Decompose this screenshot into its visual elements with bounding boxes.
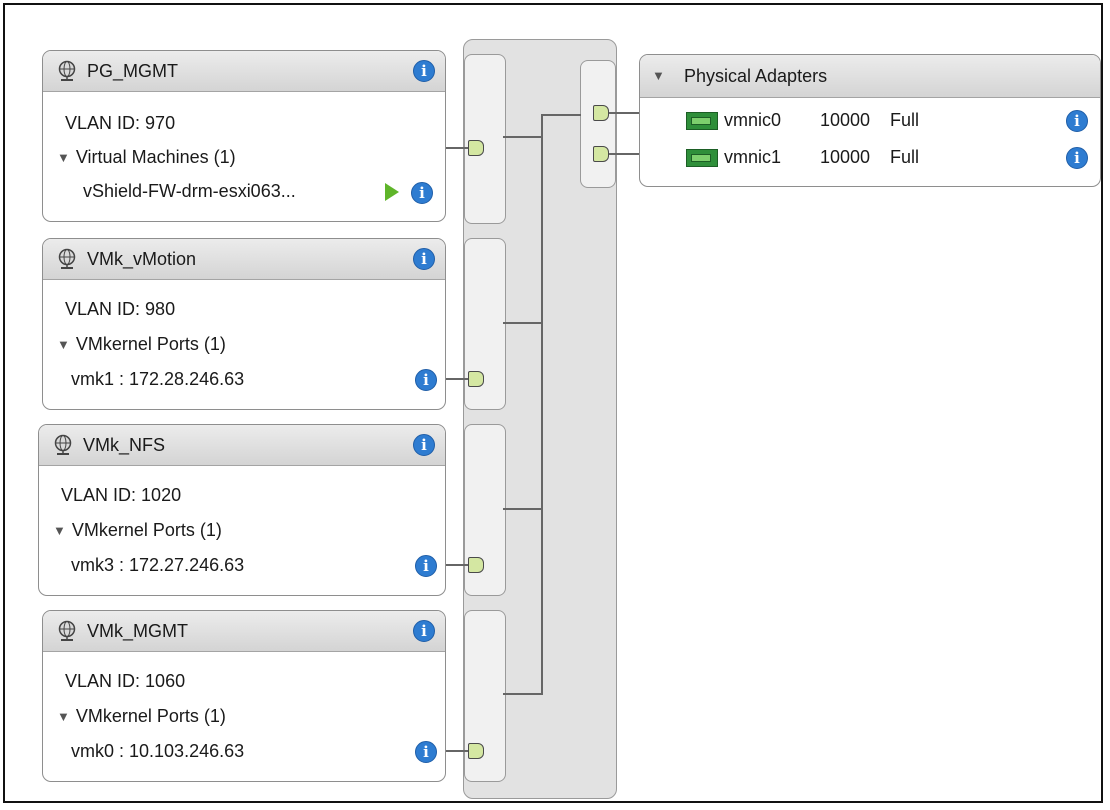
connection-line xyxy=(503,136,543,138)
section-label: VMkernel Ports (1) xyxy=(71,520,222,540)
vlan-row: VLAN ID: 970 xyxy=(65,113,175,134)
adapter-speed: 10000 xyxy=(820,147,871,167)
vmkernel-port[interactable]: vmk3 : 172.27.246.63 xyxy=(71,555,244,576)
port-connector-icon[interactable] xyxy=(468,557,484,573)
vlan-id: 970 xyxy=(145,113,176,133)
portgroup-name: PG_MGMT xyxy=(87,61,179,81)
port-connector-icon[interactable] xyxy=(468,743,484,759)
info-icon[interactable]: i xyxy=(413,434,435,456)
vmkernel-port[interactable]: vmk1 : 172.28.246.63 xyxy=(71,369,244,390)
physical-adapters-title: Physical Adapters xyxy=(684,66,828,86)
physical-adapters-panel[interactable]: ▼ Physical Adapters vmnic0 10000 Full i … xyxy=(639,54,1101,187)
section-toggle[interactable]: ▼ Virtual Machines (1) xyxy=(57,147,236,168)
info-icon[interactable]: i xyxy=(415,369,437,391)
vlan-label: VLAN ID: xyxy=(65,113,141,133)
portgroup-name: VMk_vMotion xyxy=(87,249,197,269)
network-globe-icon xyxy=(58,620,76,641)
info-icon[interactable]: i xyxy=(1066,147,1088,169)
info-icon[interactable]: i xyxy=(413,248,435,270)
portgroup-vmk-mgmt[interactable]: VMk_MGMT i VLAN ID: 1060 ▼ VMkernel Ports… xyxy=(42,610,446,782)
physical-adapters-header[interactable]: ▼ Physical Adapters xyxy=(640,55,1100,98)
vlan-row: VLAN ID: 1020 xyxy=(61,485,181,506)
nic-card-icon xyxy=(686,149,718,167)
network-diagram-frame: PG_MGMT i VLAN ID: 970 ▼ Virtual Machines… xyxy=(3,3,1103,803)
vlan-label: VLAN ID: xyxy=(65,299,141,319)
portgroup-name: VMk_MGMT xyxy=(87,621,188,641)
connection-line xyxy=(446,147,468,149)
section-toggle[interactable]: ▼ VMkernel Ports (1) xyxy=(57,706,226,727)
vlan-id: 980 xyxy=(145,299,176,319)
port-connector-icon[interactable] xyxy=(468,140,484,156)
adapter-duplex: Full xyxy=(890,147,920,167)
info-icon[interactable]: i xyxy=(1066,110,1088,132)
adapter-duplex: Full xyxy=(890,110,920,130)
portgroup-vmk-nfs[interactable]: VMk_NFS i VLAN ID: 1020 ▼ VMkernel Ports … xyxy=(38,424,446,596)
adapter-name: vmnic0 xyxy=(724,110,782,130)
trunk-line xyxy=(541,114,543,695)
port-connector-icon[interactable] xyxy=(593,146,609,162)
vlan-label: VLAN ID: xyxy=(65,671,141,691)
connection-line xyxy=(503,508,543,510)
portgroup-header: VMk_MGMT i xyxy=(43,611,445,652)
connection-line xyxy=(446,750,468,752)
section-toggle[interactable]: ▼ VMkernel Ports (1) xyxy=(53,520,222,541)
vm-member[interactable]: vShield-FW-drm-esxi063... xyxy=(83,181,296,202)
connection-line xyxy=(446,378,468,380)
section-label: VMkernel Ports (1) xyxy=(75,334,226,354)
switch-uplink-slot xyxy=(580,60,616,188)
triangle-down-icon[interactable]: ▼ xyxy=(53,523,66,538)
connection-line xyxy=(503,322,543,324)
triangle-down-icon[interactable]: ▼ xyxy=(652,68,665,83)
vlan-label: VLAN ID: xyxy=(61,485,137,505)
network-globe-icon xyxy=(58,60,76,81)
section-label: Virtual Machines (1) xyxy=(75,147,236,167)
play-icon xyxy=(385,183,399,201)
adapter-name: vmnic1 xyxy=(724,147,782,167)
info-icon[interactable]: i xyxy=(411,182,433,204)
port-connector-icon[interactable] xyxy=(593,105,609,121)
nic-card-icon xyxy=(686,112,718,130)
connection-line xyxy=(541,114,581,116)
info-icon[interactable]: i xyxy=(413,60,435,82)
adapter-row-vmnic1[interactable]: vmnic1 10000 Full i xyxy=(686,147,1096,169)
triangle-down-icon[interactable]: ▼ xyxy=(57,150,70,165)
info-icon[interactable]: i xyxy=(415,741,437,763)
section-label: VMkernel Ports (1) xyxy=(75,706,226,726)
port-connector-icon[interactable] xyxy=(468,371,484,387)
info-icon[interactable]: i xyxy=(413,620,435,642)
connection-line xyxy=(609,112,639,114)
vlan-row: VLAN ID: 1060 xyxy=(65,671,185,692)
vmkernel-port[interactable]: vmk0 : 10.103.246.63 xyxy=(71,741,244,762)
adapter-row-vmnic0[interactable]: vmnic0 10000 Full i xyxy=(686,110,1096,132)
section-toggle[interactable]: ▼ VMkernel Ports (1) xyxy=(57,334,226,355)
portgroup-name: VMk_NFS xyxy=(83,435,166,455)
info-icon[interactable]: i xyxy=(415,555,437,577)
vlan-id: 1060 xyxy=(145,671,186,691)
connection-line xyxy=(503,693,543,695)
portgroup-pg-mgmt[interactable]: PG_MGMT i VLAN ID: 970 ▼ Virtual Machines… xyxy=(42,50,446,222)
portgroup-header: VMk_NFS i xyxy=(39,425,445,466)
adapter-speed: 10000 xyxy=(820,110,871,130)
triangle-down-icon[interactable]: ▼ xyxy=(57,337,70,352)
network-globe-icon xyxy=(54,434,72,455)
portgroup-vmk-vmotion[interactable]: VMk_vMotion i VLAN ID: 980 ▼ VMkernel Por… xyxy=(42,238,446,410)
vlan-id: 1020 xyxy=(141,485,182,505)
connection-line xyxy=(609,153,639,155)
triangle-down-icon[interactable]: ▼ xyxy=(57,709,70,724)
connection-line xyxy=(446,564,468,566)
switch-slot-pg-mgmt xyxy=(464,54,506,224)
network-globe-icon xyxy=(58,248,76,269)
portgroup-header: VMk_vMotion i xyxy=(43,239,445,280)
vlan-row: VLAN ID: 980 xyxy=(65,299,175,320)
portgroup-header: PG_MGMT i xyxy=(43,51,445,92)
